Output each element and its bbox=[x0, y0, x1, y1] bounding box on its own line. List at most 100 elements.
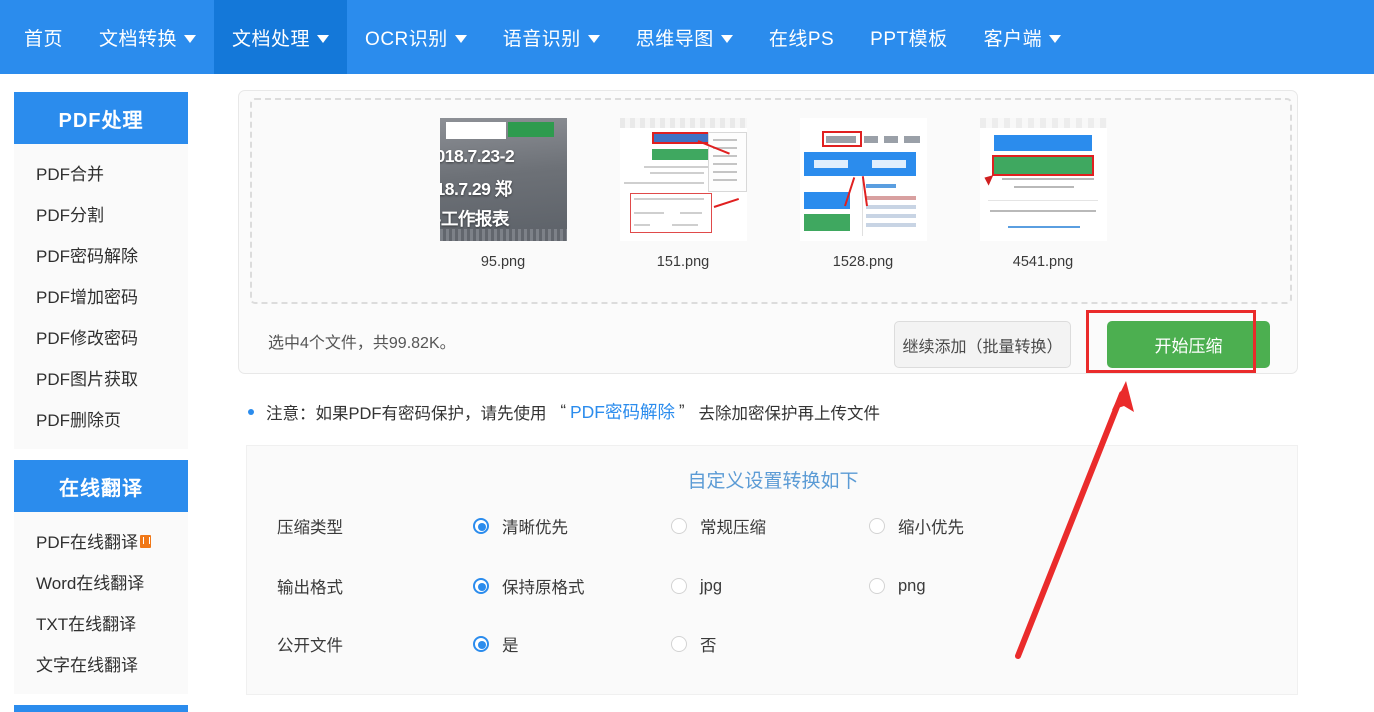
sidebar-item-txt-translate[interactable]: TXT在线翻译 bbox=[14, 602, 188, 643]
chevron-down-icon bbox=[1049, 34, 1062, 43]
sidebar-item-word-translate[interactable]: Word在线翻译 bbox=[14, 561, 188, 602]
sidebar-group-title-next[interactable] bbox=[14, 705, 188, 712]
radio-icon[interactable] bbox=[473, 578, 489, 594]
settings-row-label: 公开文件 bbox=[277, 637, 343, 655]
sidebar-item-pdf-merge[interactable]: PDF合并 bbox=[14, 152, 188, 193]
sidebar-item-label: PDF密码解除 bbox=[36, 247, 138, 266]
radio-icon[interactable] bbox=[671, 518, 687, 534]
notice-quote-open: “ bbox=[560, 402, 567, 420]
file-item[interactable]: 4541.png bbox=[979, 118, 1107, 270]
nav-item-doc-convert[interactable]: 文档转换 bbox=[81, 0, 214, 74]
top-navigation-bar: 首页 文档转换 文档处理 OCR识别 语音识别 思维导图 在线PS PPT模板 bbox=[0, 0, 1374, 74]
notice-link-remove-password[interactable]: PDF密码解除 bbox=[570, 399, 675, 424]
radio-icon[interactable] bbox=[473, 518, 489, 534]
file-item[interactable]: 1528.png bbox=[799, 118, 927, 270]
chevron-down-icon bbox=[454, 34, 467, 43]
page-root: 首页 文档转换 文档处理 OCR识别 语音识别 思维导图 在线PS PPT模板 bbox=[0, 0, 1374, 712]
file-item[interactable]: 018.7.23-2 18.7.29 郑 -工作报表 95.png bbox=[439, 118, 567, 270]
sidebar-item-label: PDF图片获取 bbox=[36, 370, 138, 389]
sidebar-divider bbox=[14, 449, 188, 460]
sidebar-group-title-pdf: PDF处理 bbox=[14, 92, 188, 144]
file-selection-summary: 选中4个文件，共99.82K。 bbox=[268, 335, 456, 352]
continue-add-button[interactable]: 继续添加（批量转换） bbox=[894, 321, 1071, 368]
radio-option-public-yes[interactable]: 是 bbox=[473, 632, 519, 656]
sidebar-item-pdf-extract-images[interactable]: PDF图片获取 bbox=[14, 357, 188, 398]
sidebar-item-pdf-change-password[interactable]: PDF修改密码 bbox=[14, 316, 188, 357]
radio-icon[interactable] bbox=[869, 578, 885, 594]
sidebar-item-pdf-remove-password[interactable]: PDF密码解除 bbox=[14, 234, 188, 275]
nav-item-mindmap[interactable]: 思维导图 bbox=[618, 0, 751, 74]
nav-item-label: PPT模板 bbox=[870, 28, 948, 50]
nav-item-label: 文档转换 bbox=[99, 28, 178, 50]
file-name: 95.png bbox=[480, 254, 526, 270]
upload-card: 018.7.23-2 18.7.29 郑 -工作报表 95.png 151.pn… bbox=[238, 90, 1298, 374]
nav-item-speech[interactable]: 语音识别 bbox=[485, 0, 618, 74]
sidebar-item-label: PDF增加密码 bbox=[36, 288, 138, 307]
nav-item-label: 文档处理 bbox=[232, 28, 311, 50]
nav-item-doc-process[interactable]: 文档处理 bbox=[214, 0, 348, 74]
nav-item-label: OCR识别 bbox=[365, 28, 448, 50]
sidebar-item-label: Word在线翻译 bbox=[36, 574, 145, 593]
file-thumbnail-list: 018.7.23-2 18.7.29 郑 -工作报表 95.png 151.pn… bbox=[252, 118, 1294, 270]
sidebar-item-pdf-add-password[interactable]: PDF增加密码 bbox=[14, 275, 188, 316]
sidebar-item-pdf-translate[interactable]: PDF在线翻译 bbox=[14, 520, 188, 561]
nav-item-label: 在线PS bbox=[768, 28, 835, 50]
radio-option-label: png bbox=[898, 576, 926, 595]
radio-option-png[interactable]: png bbox=[869, 577, 926, 596]
nav-item-home[interactable]: 首页 bbox=[0, 0, 81, 74]
start-compress-button[interactable]: 开始压缩 bbox=[1107, 321, 1270, 368]
sidebar-item-label: PDF删除页 bbox=[36, 411, 121, 430]
file-thumbnail-image bbox=[799, 118, 927, 241]
file-name: 151.png bbox=[656, 254, 710, 270]
settings-row-compress-type: 压缩类型 清晰优先 常规压缩 缩小优先 bbox=[247, 506, 1299, 546]
sidebar-list-pdf: PDF合并 PDF分割 PDF密码解除 PDF增加密码 PDF修改密码 PDF图… bbox=[14, 144, 188, 449]
radio-option-shrink-priority[interactable]: 缩小优先 bbox=[869, 514, 964, 538]
nav-item-ppt-template[interactable]: PPT模板 bbox=[852, 0, 965, 74]
nav-item-label: 首页 bbox=[24, 28, 64, 50]
sidebar-item-text-translate[interactable]: 文字在线翻译 bbox=[14, 643, 188, 684]
file-thumbnail-image bbox=[979, 118, 1107, 241]
bullet-icon bbox=[248, 408, 254, 415]
continue-add-label: 继续添加（批量转换） bbox=[902, 338, 1063, 356]
radio-option-label: 保持原格式 bbox=[502, 579, 585, 597]
nav-item-client[interactable]: 客户端 bbox=[966, 0, 1080, 74]
settings-title: 自定义设置转换如下 bbox=[687, 471, 859, 492]
sidebar-list-translate: PDF在线翻译 Word在线翻译 TXT在线翻译 文字在线翻译 bbox=[14, 512, 188, 694]
hot-badge-icon bbox=[140, 535, 151, 548]
radio-option-clear-priority[interactable]: 清晰优先 bbox=[473, 514, 568, 538]
radio-option-keep-format[interactable]: 保持原格式 bbox=[473, 574, 585, 598]
radio-icon[interactable] bbox=[671, 636, 687, 652]
file-thumbnail-image: 018.7.23-2 18.7.29 郑 -工作报表 bbox=[439, 118, 567, 241]
radio-option-normal-compress[interactable]: 常规压缩 bbox=[671, 514, 766, 538]
chevron-down-icon bbox=[184, 34, 197, 43]
radio-icon[interactable] bbox=[671, 578, 687, 594]
radio-option-label: 否 bbox=[700, 637, 717, 655]
file-dropzone[interactable]: 018.7.23-2 18.7.29 郑 -工作报表 95.png 151.pn… bbox=[250, 98, 1292, 304]
nav-item-ocr[interactable]: OCR识别 bbox=[347, 0, 485, 74]
sidebar-item-label: PDF在线翻译 bbox=[36, 533, 138, 552]
notice-quote-close: ” bbox=[679, 402, 685, 420]
chevron-down-icon bbox=[720, 34, 733, 43]
chevron-down-icon bbox=[317, 34, 330, 43]
radio-option-label: 常规压缩 bbox=[700, 519, 766, 537]
chevron-down-icon bbox=[587, 34, 600, 43]
sidebar-group-title-label: 在线翻译 bbox=[59, 477, 143, 500]
sidebar-item-label: PDF合并 bbox=[36, 165, 104, 184]
file-name: 1528.png bbox=[832, 254, 894, 270]
sidebar-item-pdf-split[interactable]: PDF分割 bbox=[14, 193, 188, 234]
radio-option-public-no[interactable]: 否 bbox=[671, 632, 717, 656]
radio-icon[interactable] bbox=[869, 518, 885, 534]
sidebar-item-pdf-delete-page[interactable]: PDF删除页 bbox=[14, 398, 188, 439]
start-compress-label: 开始压缩 bbox=[1154, 337, 1223, 356]
file-item[interactable]: 151.png bbox=[619, 118, 747, 270]
settings-panel: 自定义设置转换如下 压缩类型 清晰优先 常规压缩 缩小优先 输出格式 保持原格式 bbox=[246, 445, 1298, 695]
sidebar-divider bbox=[14, 694, 188, 705]
sidebar-group-title-translate: 在线翻译 bbox=[14, 460, 188, 512]
settings-row-public-file: 公开文件 是 否 bbox=[247, 624, 1299, 664]
radio-icon[interactable] bbox=[473, 636, 489, 652]
notice-suffix: 去除加密保护再上传文件 bbox=[698, 404, 881, 423]
nav-item-online-ps[interactable]: 在线PS bbox=[751, 0, 852, 74]
radio-option-jpg[interactable]: jpg bbox=[671, 577, 722, 596]
radio-option-label: 缩小优先 bbox=[898, 519, 964, 537]
notice-prefix: 注意：如果PDF有密码保护，请先使用 bbox=[266, 404, 547, 423]
